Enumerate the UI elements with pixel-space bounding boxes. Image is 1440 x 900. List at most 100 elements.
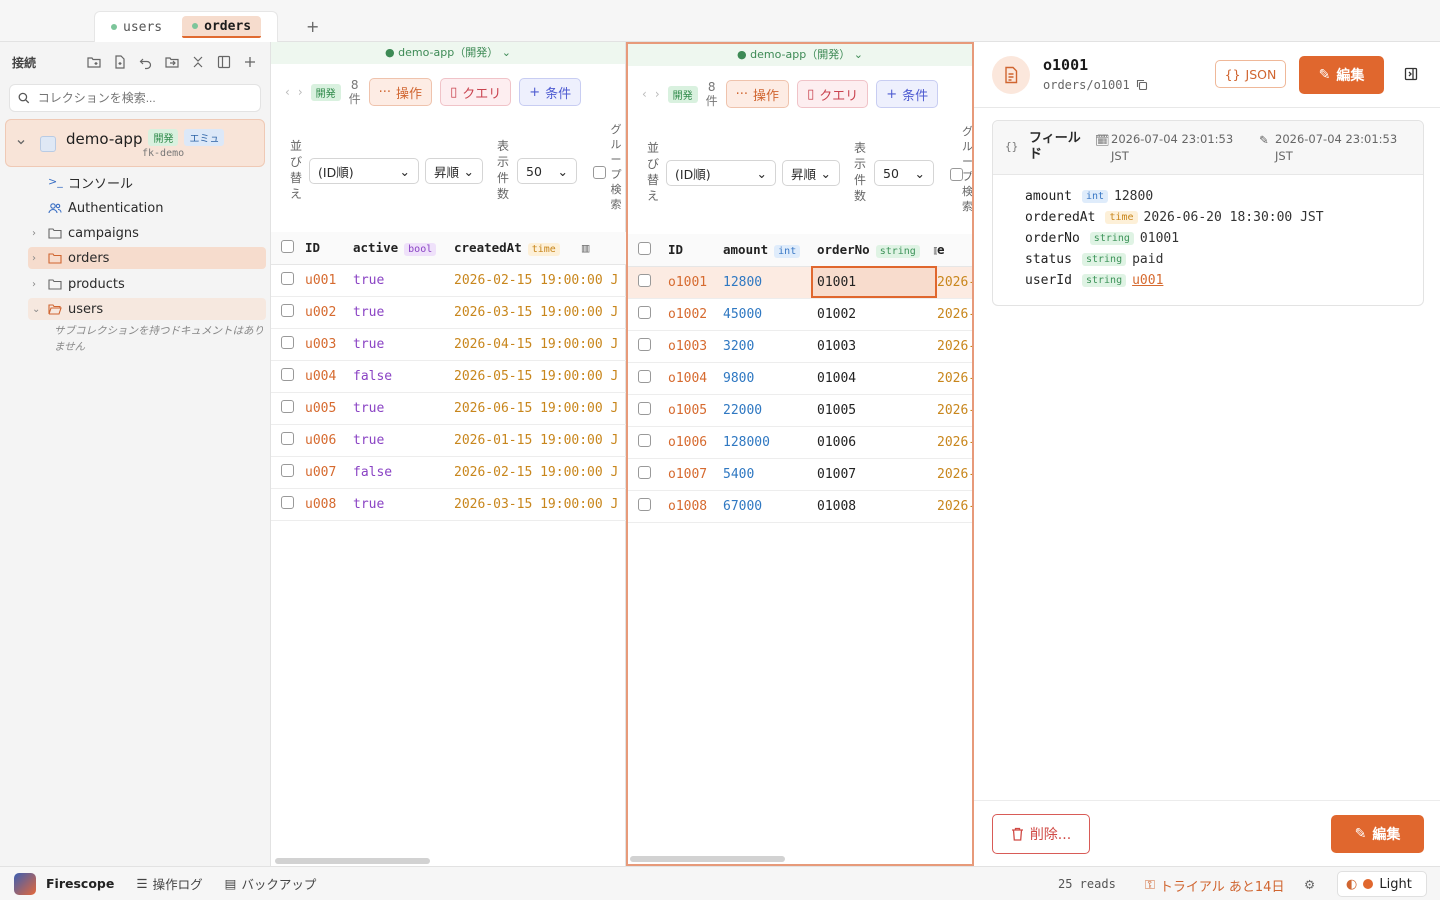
table-row[interactable]: u001 true 2026-02-15 19:00:00 J <box>271 264 626 297</box>
cell-createdat[interactable]: 2026-01-15 19:00:00 J <box>454 424 626 457</box>
query-button[interactable]: ▯ クエリ <box>440 78 512 106</box>
group-search-checkbox[interactable] <box>593 166 606 179</box>
add-condition-button[interactable]: + 条件 <box>519 78 582 106</box>
sidebar-item-products[interactable]: › products <box>28 273 266 295</box>
cell-active[interactable]: true <box>353 296 454 329</box>
cell-active[interactable]: false <box>353 456 454 489</box>
undo-icon[interactable] <box>138 54 154 70</box>
field-row[interactable]: orderedAt time 2026-06-20 18:30:00 JST <box>1025 210 1324 225</box>
row-checkbox[interactable] <box>638 401 651 415</box>
cell-id[interactable]: o1001 <box>668 266 723 299</box>
cell-createdat[interactable]: 2026-03-15 19:00:00 J <box>454 296 626 329</box>
table-row[interactable]: u005 true 2026-06-15 19:00:00 J <box>271 392 626 425</box>
sidebar-item-campaigns[interactable]: › campaigns <box>28 222 266 244</box>
cell-orderno[interactable]: 01008 <box>811 490 937 523</box>
column-header-active[interactable]: active bool <box>353 232 454 265</box>
row-checkbox[interactable] <box>638 273 651 287</box>
table-row[interactable]: o10049800010042026- <box>628 362 972 395</box>
cell-id[interactable]: u008 <box>305 488 353 521</box>
delete-button[interactable]: 削除... <box>992 814 1090 854</box>
row-checkbox[interactable] <box>638 337 651 351</box>
cell-active[interactable]: true <box>353 392 454 425</box>
cell-active[interactable]: true <box>353 488 454 521</box>
cell-truncated[interactable]: 2026- <box>937 426 972 459</box>
cell-amount[interactable]: 45000 <box>723 298 811 331</box>
chevron-right-icon[interactable]: › <box>32 228 48 239</box>
row-checkbox[interactable] <box>281 303 294 317</box>
table-row[interactable]: o100112800010012026- <box>628 266 972 299</box>
operation-log-button[interactable]: ☰ 操作ログ <box>136 874 202 893</box>
cell-amount[interactable]: 22000 <box>723 394 811 427</box>
cell-createdat[interactable]: 2026-05-15 19:00:00 J <box>454 360 626 393</box>
cell-active[interactable]: false <box>353 360 454 393</box>
sidebar-item-users[interactable]: ⌄ users <box>28 298 266 320</box>
row-checkbox[interactable] <box>281 463 294 477</box>
cell-active[interactable]: true <box>353 264 454 297</box>
table-row[interactable]: u007 false 2026-02-15 19:00:00 J <box>271 456 626 489</box>
cell-truncated[interactable]: 2026- <box>937 330 972 363</box>
row-checkbox[interactable] <box>638 433 651 447</box>
cell-orderno[interactable]: 01006 <box>811 426 937 459</box>
field-row[interactable]: amount int 12800 <box>1025 189 1153 204</box>
cell-truncated[interactable]: 2026- <box>937 458 972 491</box>
gear-icon[interactable]: ⚙ <box>1304 877 1315 892</box>
column-header-orderno[interactable]: orderNostring▥ <box>811 234 937 267</box>
table-row[interactable]: u002 true 2026-03-15 19:00:00 J <box>271 296 626 329</box>
table-row[interactable]: o100245000010022026- <box>628 298 972 331</box>
table-row[interactable]: u003 true 2026-04-15 19:00:00 J <box>271 328 626 361</box>
row-checkbox[interactable] <box>281 271 294 285</box>
row-checkbox[interactable] <box>281 495 294 509</box>
field-value-link[interactable]: u001 <box>1132 273 1163 288</box>
cell-createdat[interactable]: 2026-03-15 19:00:00 J <box>454 488 626 521</box>
row-checkbox[interactable] <box>638 369 651 383</box>
collapse-all-icon[interactable] <box>190 54 206 70</box>
cell-id[interactable]: o1002 <box>668 298 723 331</box>
cell-id[interactable]: u003 <box>305 328 353 361</box>
chevron-down-icon[interactable] <box>16 137 26 147</box>
table-row[interactable]: o10075400010072026- <box>628 458 972 491</box>
field-row[interactable]: userId string u001 <box>1025 273 1163 288</box>
row-checkbox[interactable] <box>638 497 651 511</box>
cell-createdat[interactable]: 2026-02-15 19:00:00 J <box>454 456 626 489</box>
collection-search-input[interactable] <box>37 91 252 105</box>
cell-orderno[interactable]: 01003 <box>811 330 937 363</box>
cell-createdat[interactable]: 2026-06-15 19:00:00 J <box>454 392 626 425</box>
sidebar-item-authentication[interactable]: Authentication <box>28 197 266 219</box>
column-header-id[interactable]: ID <box>668 234 723 267</box>
row-checkbox[interactable] <box>638 465 651 479</box>
add-connection-icon[interactable] <box>242 54 258 70</box>
import-icon[interactable] <box>164 54 180 70</box>
cell-id[interactable]: o1004 <box>668 362 723 395</box>
row-checkbox[interactable] <box>281 367 294 381</box>
table-row[interactable]: o1006128000010062026- <box>628 426 972 459</box>
sidebar-item-console[interactable]: >_ コンソール <box>28 171 266 193</box>
cell-id[interactable]: o1007 <box>668 458 723 491</box>
connection-demo-app[interactable]: demo-app 開発 エミュ fk-demo <box>5 119 265 167</box>
row-checkbox[interactable] <box>281 431 294 445</box>
cell-id[interactable]: o1005 <box>668 394 723 427</box>
cell-id[interactable]: u002 <box>305 296 353 329</box>
backup-button[interactable]: ▤ バックアップ <box>225 874 317 893</box>
new-document-icon[interactable] <box>112 54 128 70</box>
select-all-checkbox[interactable] <box>638 241 651 255</box>
per-page-select[interactable]: 50 ⌄ <box>517 158 577 184</box>
row-checkbox[interactable] <box>638 305 651 319</box>
cell-amount[interactable]: 9800 <box>723 362 811 395</box>
cell-createdat[interactable]: 2026-02-15 19:00:00 J <box>454 264 626 297</box>
select-all-checkbox[interactable] <box>281 239 294 253</box>
column-header-createdat[interactable]: createdAt time ▥ <box>454 232 626 265</box>
sort-field-select[interactable]: (ID順) ⌄ <box>309 158 419 184</box>
table-row[interactable]: o100867000010082026- <box>628 490 972 523</box>
new-folder-icon[interactable] <box>86 54 102 70</box>
forward-icon[interactable]: › <box>298 85 303 99</box>
cell-amount[interactable]: 128000 <box>723 426 811 459</box>
table-row[interactable]: o10033200010032026- <box>628 330 972 363</box>
forward-icon[interactable]: › <box>655 87 660 101</box>
cell-id[interactable]: u007 <box>305 456 353 489</box>
cell-orderno[interactable]: 01007 <box>811 458 937 491</box>
cell-truncated[interactable]: 2026- <box>937 490 972 523</box>
cell-truncated[interactable]: 2026- <box>937 266 972 299</box>
json-button[interactable]: {} JSON <box>1215 60 1286 88</box>
columns-icon[interactable]: ▥ <box>582 240 590 255</box>
edit-button-bottom[interactable]: ✎ 編集 <box>1331 815 1424 853</box>
